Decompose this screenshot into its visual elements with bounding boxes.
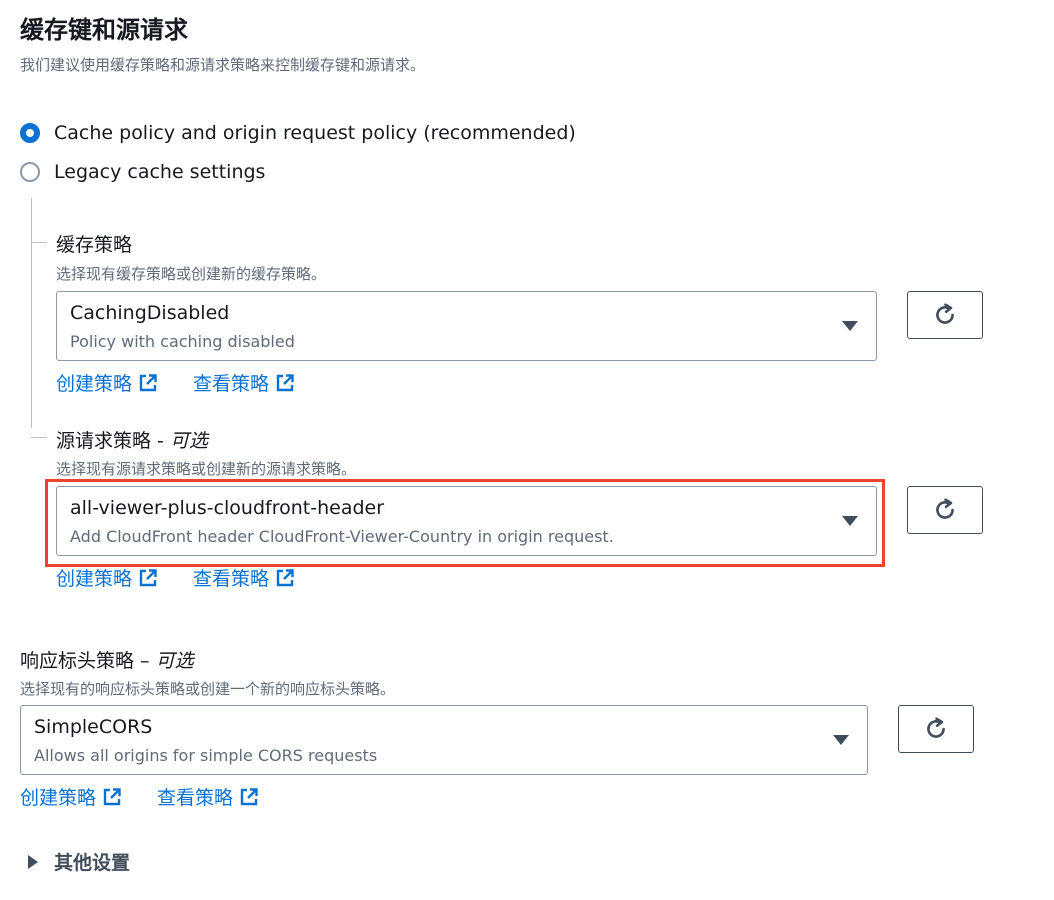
tree-branch-line <box>31 242 47 243</box>
select-description: Policy with caching disabled <box>70 332 295 351</box>
refresh-icon <box>927 717 945 738</box>
external-link-icon <box>240 787 258 805</box>
select-value: CachingDisabled <box>70 302 230 324</box>
cache-view-policy-link[interactable]: 查看策略 <box>193 369 295 396</box>
link-text: 创建策略 <box>56 568 133 590</box>
label-text: 响应标头策略 – <box>20 650 156 672</box>
response-policy-label: 响应标头策略 – 可选 <box>20 646 194 673</box>
response-policy-description: 选择现有的响应标头策略或创建一个新的响应标头策略。 <box>20 680 396 698</box>
cache-policy-select[interactable]: CachingDisabled Policy with caching disa… <box>56 291 877 361</box>
link-text: 查看策略 <box>193 373 270 395</box>
radio-checked-icon[interactable] <box>20 123 40 143</box>
link-text: 查看策略 <box>157 787 234 809</box>
origin-policy-select[interactable]: all-viewer-plus-cloudfront-header Add Cl… <box>56 486 877 556</box>
label-text: 源请求策略 - <box>56 430 170 452</box>
response-policy-select[interactable]: SimpleCORS Allows all origins for simple… <box>20 705 868 775</box>
radio-unchecked-icon[interactable] <box>20 162 40 182</box>
tree-branch-line <box>31 437 47 438</box>
additional-settings-expander[interactable]: 其他设置 <box>28 848 130 875</box>
select-value: SimpleCORS <box>34 716 153 738</box>
radio-label: Cache policy and origin request policy (… <box>54 122 576 144</box>
external-link-icon <box>139 373 157 391</box>
external-link-icon <box>276 568 294 586</box>
origin-policy-label: 源请求策略 - 可选 <box>56 426 208 453</box>
expander-label: 其他设置 <box>54 852 131 874</box>
external-link-icon <box>276 373 294 391</box>
cache-policy-label: 缓存策略 <box>56 234 133 256</box>
cache-create-policy-link[interactable]: 创建策略 <box>56 369 158 396</box>
section-title: 缓存键和源请求 <box>20 16 188 44</box>
link-text: 查看策略 <box>193 568 270 590</box>
optional-text: 可选 <box>155 650 194 672</box>
select-description: Add CloudFront header CloudFront-Viewer-… <box>70 527 614 546</box>
radio-cache-policy-option[interactable]: Cache policy and origin request policy (… <box>20 122 576 144</box>
response-policy-refresh-button[interactable] <box>898 705 974 753</box>
external-link-icon <box>139 568 157 586</box>
caret-down-icon <box>842 321 858 331</box>
response-create-policy-link[interactable]: 创建策略 <box>20 783 122 810</box>
caret-down-icon <box>842 516 858 526</box>
select-value: all-viewer-plus-cloudfront-header <box>70 497 385 519</box>
caret-right-icon <box>28 854 38 869</box>
origin-policy-description: 选择现有源请求策略或创建新的源请求策略。 <box>56 460 357 478</box>
caret-down-icon <box>833 735 849 745</box>
optional-text: 可选 <box>169 430 208 452</box>
cache-policy-description: 选择现有缓存策略或创建新的缓存策略。 <box>56 265 327 283</box>
section-description: 我们建议使用缓存策略和源请求策略来控制缓存键和源请求。 <box>20 56 426 74</box>
link-text: 创建策略 <box>56 373 133 395</box>
refresh-icon <box>936 303 954 324</box>
cache-policy-refresh-button[interactable] <box>907 291 983 339</box>
radio-legacy-option[interactable]: Legacy cache settings <box>20 161 265 183</box>
external-link-icon <box>103 787 121 805</box>
link-text: 创建策略 <box>20 787 97 809</box>
origin-policy-refresh-button[interactable] <box>907 486 983 534</box>
select-description: Allows all origins for simple CORS reque… <box>34 746 378 765</box>
response-view-policy-link[interactable]: 查看策略 <box>157 783 259 810</box>
refresh-icon <box>936 498 954 519</box>
radio-label: Legacy cache settings <box>54 161 266 183</box>
origin-view-policy-link[interactable]: 查看策略 <box>193 564 295 591</box>
origin-create-policy-link[interactable]: 创建策略 <box>56 564 158 591</box>
tree-vertical-line <box>31 198 32 428</box>
